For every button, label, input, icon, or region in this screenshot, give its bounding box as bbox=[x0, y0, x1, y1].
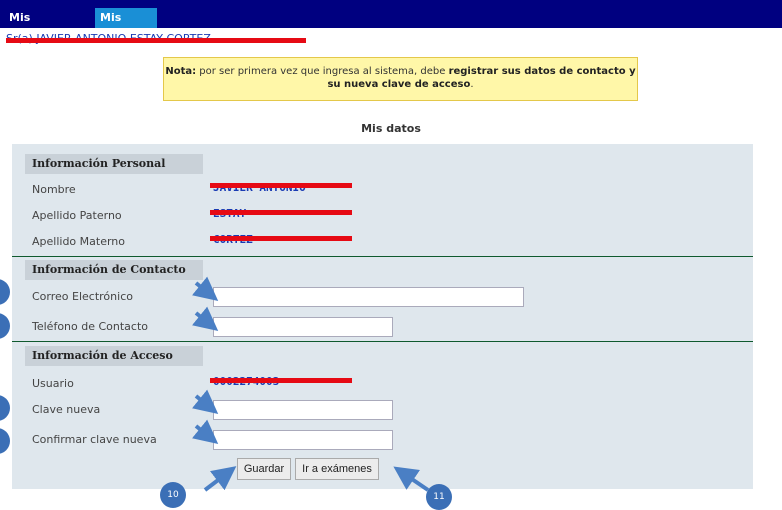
arrow-email bbox=[192, 276, 219, 302]
arrow-guardar bbox=[203, 466, 237, 492]
arrow-clave bbox=[192, 389, 219, 415]
arrow-examenes bbox=[393, 466, 430, 492]
annotation-arrows bbox=[192, 276, 430, 492]
arrow-confirmar bbox=[192, 419, 219, 445]
arrow-phone bbox=[192, 306, 219, 332]
